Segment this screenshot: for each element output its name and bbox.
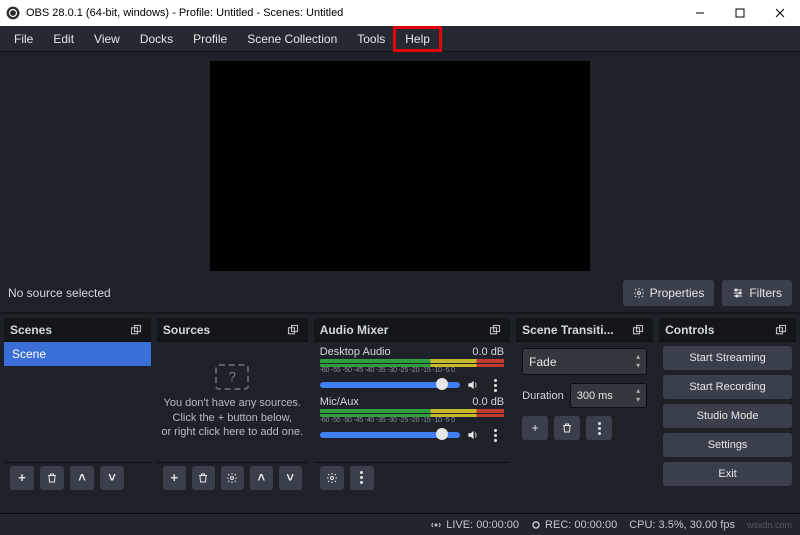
- transitions-header: Scene Transiti...: [516, 318, 653, 342]
- filters-icon: [732, 287, 744, 299]
- mixer-body: Desktop Audio 0.0 dB -60 -55 -50 -45 -40 …: [314, 342, 510, 462]
- preview-area[interactable]: [0, 52, 800, 274]
- scene-down-button[interactable]: ˅: [100, 466, 124, 490]
- menu-scene-collection[interactable]: Scene Collection: [237, 28, 347, 50]
- meter-ticks: -60 -55 -50 -45 -40 -35 -30 -25 -20 -15 …: [320, 367, 504, 374]
- controls-header: Controls: [659, 318, 796, 342]
- scenes-dock: Scenes Scene + ˄ ˅: [4, 318, 151, 492]
- obs-logo-icon: [6, 6, 20, 20]
- question-icon: ?: [215, 364, 249, 390]
- popup-icon[interactable]: [772, 321, 790, 339]
- settings-button[interactable]: Settings: [663, 433, 792, 457]
- meter-ticks: -60 -55 -50 -45 -40 -35 -30 -25 -20 -15 …: [320, 417, 504, 424]
- channel-level: 0.0 dB: [472, 346, 504, 358]
- gear-icon: [326, 472, 338, 484]
- docks-row: Scenes Scene + ˄ ˅ Sources ? You don't h…: [0, 314, 800, 492]
- channel-name: Mic/Aux: [320, 396, 359, 408]
- statusbar: LIVE: 00:00:00 REC: 00:00:00 CPU: 3.5%, …: [0, 513, 800, 535]
- sources-hint: You don't have any sources. Click the + …: [161, 396, 303, 441]
- close-button[interactable]: [760, 0, 800, 26]
- trash-icon: [197, 472, 209, 484]
- scenes-header: Scenes: [4, 318, 151, 342]
- transition-select[interactable]: Fade ▴▾: [522, 348, 647, 375]
- menu-tools[interactable]: Tools: [347, 28, 395, 50]
- preview-toolbar: No source selected Properties Filters: [0, 274, 800, 314]
- speaker-icon[interactable]: [464, 426, 482, 444]
- menubar: File Edit View Docks Profile Scene Colle…: [0, 26, 800, 52]
- source-down-button[interactable]: ˅: [279, 466, 302, 490]
- duration-spinbox[interactable]: 300 ms ▴▾: [570, 383, 647, 408]
- popup-icon[interactable]: [284, 321, 302, 339]
- scene-item[interactable]: Scene: [4, 342, 151, 366]
- controls-dock: Controls Start Streaming Start Recording…: [659, 318, 796, 492]
- broadcast-icon: [430, 519, 442, 531]
- window-titlebar: OBS 28.0.1 (64-bit, windows) - Profile: …: [0, 0, 800, 26]
- controls-body: Start Streaming Start Recording Studio M…: [659, 342, 796, 492]
- menu-edit[interactable]: Edit: [43, 28, 84, 50]
- source-properties-button[interactable]: [221, 466, 244, 490]
- transitions-dock: Scene Transiti... Fade ▴▾ Duration 300 m…: [516, 318, 653, 492]
- channel-name: Desktop Audio: [320, 346, 391, 358]
- updown-icon: ▴▾: [636, 353, 640, 370]
- updown-icon: ▴▾: [636, 387, 640, 404]
- gear-icon: [633, 287, 645, 299]
- popup-icon[interactable]: [629, 321, 647, 339]
- cpu-status: CPU: 3.5%, 30.00 fps: [629, 519, 735, 531]
- transition-menu-button[interactable]: [586, 416, 612, 440]
- start-streaming-button[interactable]: Start Streaming: [663, 346, 792, 370]
- watermark: wsxdn.com: [747, 520, 792, 530]
- mixer-channel-mic: Mic/Aux 0.0 dB -60 -55 -50 -45 -40 -35 -3…: [320, 396, 504, 444]
- exit-button[interactable]: Exit: [663, 462, 792, 486]
- level-meter: [320, 359, 504, 367]
- properties-button[interactable]: Properties: [623, 280, 715, 306]
- remove-scene-button[interactable]: [40, 466, 64, 490]
- remove-transition-button[interactable]: [554, 416, 580, 440]
- speaker-icon[interactable]: [464, 376, 482, 394]
- start-recording-button[interactable]: Start Recording: [663, 375, 792, 399]
- volume-slider[interactable]: [320, 432, 460, 438]
- window-title: OBS 28.0.1 (64-bit, windows) - Profile: …: [26, 7, 343, 19]
- remove-source-button[interactable]: [192, 466, 215, 490]
- scenes-list[interactable]: Scene: [4, 342, 151, 462]
- add-scene-button[interactable]: +: [10, 466, 34, 490]
- popup-icon[interactable]: [486, 321, 504, 339]
- trash-icon: [561, 422, 573, 434]
- add-transition-button[interactable]: +: [522, 416, 548, 440]
- sources-list[interactable]: ? You don't have any sources. Click the …: [157, 342, 308, 462]
- filters-button[interactable]: Filters: [722, 280, 792, 306]
- channel-menu-button[interactable]: [486, 376, 504, 394]
- channel-menu-button[interactable]: [486, 426, 504, 444]
- studio-mode-button[interactable]: Studio Mode: [663, 404, 792, 428]
- rec-status: REC: 00:00:00: [531, 519, 617, 531]
- channel-level: 0.0 dB: [472, 396, 504, 408]
- mixer-channel-desktop: Desktop Audio 0.0 dB -60 -55 -50 -45 -40 …: [320, 346, 504, 394]
- source-up-button[interactable]: ˄: [250, 466, 273, 490]
- live-status: LIVE: 00:00:00: [430, 519, 519, 531]
- volume-slider[interactable]: [320, 382, 460, 388]
- preview-canvas: [210, 61, 590, 271]
- menu-profile[interactable]: Profile: [183, 28, 237, 50]
- level-meter: [320, 409, 504, 417]
- menu-help[interactable]: Help: [395, 28, 440, 50]
- gear-icon: [226, 472, 238, 484]
- no-source-label: No source selected: [8, 286, 615, 300]
- sources-dock: Sources ? You don't have any sources. Cl…: [157, 318, 308, 492]
- popup-icon[interactable]: [127, 321, 145, 339]
- duration-label: Duration: [522, 390, 564, 402]
- mixer-settings-button[interactable]: [320, 466, 344, 490]
- mixer-menu-button[interactable]: [350, 466, 374, 490]
- scene-up-button[interactable]: ˄: [70, 466, 94, 490]
- menu-view[interactable]: View: [84, 28, 130, 50]
- transitions-body: Fade ▴▾ Duration 300 ms ▴▾ +: [516, 342, 653, 492]
- menu-docks[interactable]: Docks: [130, 28, 183, 50]
- sources-header: Sources: [157, 318, 308, 342]
- trash-icon: [46, 472, 58, 484]
- audio-mixer-dock: Audio Mixer Desktop Audio 0.0 dB -60 -55 …: [314, 318, 510, 492]
- mixer-header: Audio Mixer: [314, 318, 510, 342]
- minimize-button[interactable]: [680, 0, 720, 26]
- add-source-button[interactable]: +: [163, 466, 186, 490]
- maximize-button[interactable]: [720, 0, 760, 26]
- menu-file[interactable]: File: [4, 28, 43, 50]
- record-icon: [531, 520, 541, 530]
